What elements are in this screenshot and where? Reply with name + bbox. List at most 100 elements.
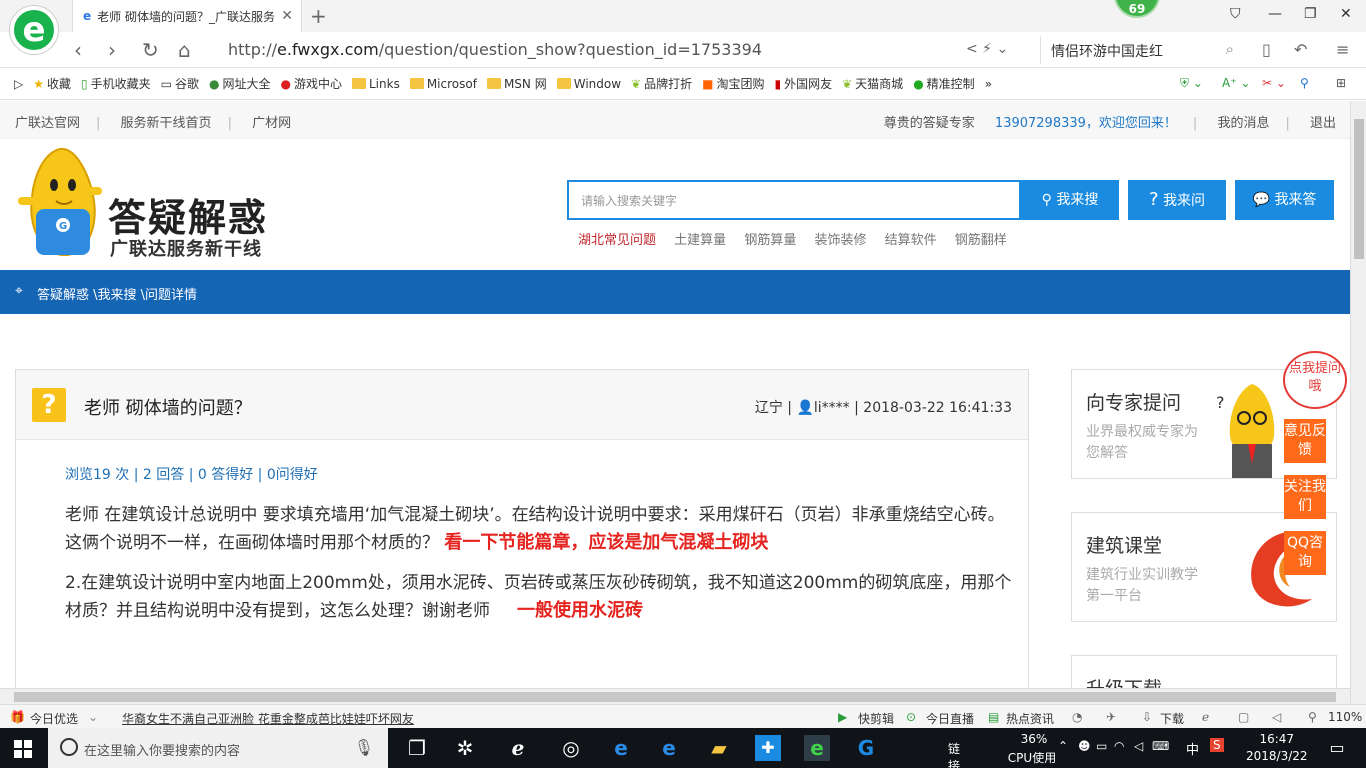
more-bookmarks-icon[interactable]: » (985, 77, 992, 91)
minimize-icon[interactable]: — (1268, 6, 1282, 22)
follow-button[interactable]: 关注我们 (1284, 475, 1326, 519)
grid-icon[interactable]: ⊞ (1336, 76, 1346, 90)
bookmark-links[interactable]: Links (352, 77, 400, 91)
welcome-text[interactable]: 13907298339，欢迎您回来！ (995, 116, 1177, 131)
download-panel[interactable]: 升级下载 (1071, 655, 1337, 688)
ie-blue-app-icon[interactable]: e (656, 735, 682, 761)
expand-icon[interactable]: ⌄ (88, 710, 98, 724)
ie-app-icon[interactable]: ℯ (505, 735, 531, 761)
news-ticker[interactable]: 华裔女生不满自己亚洲脸 花重金整成芭比娃娃吓坏网友 (122, 710, 414, 727)
scissors-icon[interactable]: ✂ ⌄ (1262, 76, 1286, 90)
mute-icon[interactable]: ◁ (1272, 710, 1281, 724)
edge-app-icon[interactable]: e (608, 735, 634, 761)
translate-icon[interactable]: A⁺ ⌄ (1222, 76, 1250, 90)
close-window-icon[interactable]: ✕ (1340, 6, 1352, 22)
battery-icon[interactable]: ▭ (1096, 739, 1107, 753)
hot-link[interactable]: 湖北常见问题 (578, 233, 656, 248)
link-home[interactable]: 服务新干线首页 (121, 116, 212, 131)
hot-link[interactable]: 装饰装修 (814, 233, 866, 248)
tray-expand-icon[interactable]: ⌃ (1058, 739, 1068, 753)
wifi-icon[interactable]: ◠ (1114, 739, 1124, 753)
today-picks[interactable]: 今日优选 (30, 710, 78, 727)
shield-icon[interactable]: ⛨ ⌄ (1180, 76, 1203, 91)
system-clock[interactable]: 16:47 2018/3/22 (1246, 731, 1308, 765)
bookmark-windows[interactable]: Window (556, 77, 621, 91)
browser-search-input[interactable]: 情侣环游中国走红 ⌕ (1040, 36, 1240, 64)
feedback-button[interactable]: 意见反馈 (1284, 419, 1326, 463)
task-view-icon[interactable]: ❐ (404, 735, 430, 761)
browser-360-icon[interactable]: e (804, 735, 830, 761)
bookmark-taobao[interactable]: ■ 淘宝团购 (702, 75, 764, 92)
vertical-scroll-thumb[interactable] (1354, 119, 1364, 259)
home-icon[interactable]: ⌂ (178, 38, 191, 62)
quick-edit[interactable]: 快剪辑 (858, 710, 894, 727)
search-icon[interactable]: ⌕ (1226, 40, 1234, 58)
microphone-icon[interactable]: 🎙 (354, 738, 374, 757)
mobile-icon[interactable]: ▯ (1262, 40, 1271, 59)
horizontal-scroll-thumb[interactable] (14, 692, 1336, 702)
notification-badge[interactable]: 69 (1114, 0, 1160, 18)
bookmark-tmall[interactable]: ❦ 天猫商城 (842, 75, 903, 92)
hot-link[interactable]: 钢筋算量 (744, 233, 796, 248)
bookmark-precise[interactable]: ● 精准控制 (913, 75, 975, 92)
ask-button[interactable]: ? 我来问 (1128, 180, 1226, 220)
link-messages[interactable]: 我的消息 (1217, 116, 1269, 131)
bookmark-microsoft[interactable]: Microsof (409, 77, 477, 91)
vertical-scrollbar[interactable] (1350, 101, 1366, 704)
active-tab[interactable]: e 老师 砌体墙的问题？_广联达服务 ✕ (72, 0, 302, 32)
glodon-app-icon[interactable]: G (853, 735, 879, 761)
today-live[interactable]: 今日直播 (926, 710, 974, 727)
new-tab-icon[interactable]: + (310, 4, 327, 28)
speed-icon[interactable]: ◔ (1072, 710, 1082, 724)
bookmark-favorites[interactable]: ★ 收藏 (33, 75, 71, 92)
spiral-app-icon[interactable]: ◎ (558, 735, 584, 761)
search-button[interactable]: ⚲ 我来搜 (1021, 180, 1119, 220)
url-field[interactable]: http://e.fwxgx.com/question/question_sho… (228, 40, 762, 59)
site-search-input[interactable]: 请输入搜索关键字 (567, 180, 1021, 220)
qq-consult-button[interactable]: QQ咨询 (1284, 531, 1326, 575)
zoom-level[interactable]: 110% (1328, 710, 1362, 724)
hot-link[interactable]: 钢筋翻样 (955, 233, 1007, 248)
bookmark-mobile[interactable]: ▯ 手机收藏夹 (81, 75, 151, 92)
link-label[interactable]: 链接 (948, 740, 960, 774)
sidebar-toggle-icon[interactable]: ▷ (14, 77, 23, 91)
download-link[interactable]: 下载 (1160, 710, 1184, 727)
bookmark-hao[interactable]: ● 网址大全 (209, 75, 271, 92)
sogou-icon[interactable]: S (1210, 738, 1224, 752)
refresh-icon[interactable]: ↻ (142, 38, 159, 62)
volume-icon[interactable]: ◁ (1134, 739, 1143, 753)
menu-icon[interactable]: ≡ (1336, 40, 1349, 59)
horizontal-scrollbar[interactable] (0, 688, 1350, 704)
forward-icon[interactable]: › (108, 38, 116, 62)
window-icon[interactable]: ▢ (1238, 710, 1249, 724)
people-icon[interactable]: ☻ (1078, 739, 1091, 753)
breadcrumb-text[interactable]: 答疑解惑 \我来搜 \问题详情 (37, 284, 197, 303)
site-logo[interactable]: G 答疑解惑 广联达服务新干线 (14, 145, 274, 265)
answer-button[interactable]: 💬 我来答 (1235, 180, 1334, 220)
bookmark-games[interactable]: ● 游戏中心 (281, 75, 343, 92)
bookmark-msn[interactable]: MSN 网 (486, 75, 547, 92)
windows-start-icon[interactable] (14, 740, 32, 758)
hot-link[interactable]: 土建算量 (674, 233, 726, 248)
ie-mode-icon[interactable]: ℯ (1202, 710, 1209, 724)
restore-icon[interactable]: ❐ (1304, 6, 1317, 22)
back-icon[interactable]: ‹ (74, 38, 82, 62)
share-icon[interactable]: < ⚡ ⌄ (966, 41, 1008, 57)
link-material[interactable]: 广材网 (252, 116, 291, 131)
close-tab-icon[interactable]: ✕ (281, 8, 293, 24)
link-glodon[interactable]: 广联达官网 (15, 116, 80, 131)
taskbar-search-input[interactable]: 在这里输入你要搜索的内容 🎙 (48, 728, 388, 768)
bookmark-google[interactable]: ▭ 谷歌 (161, 75, 199, 92)
pin-icon[interactable]: ✈ (1106, 710, 1116, 724)
ask-me-bubble[interactable]: 点我提问哦 (1283, 351, 1347, 409)
shirt-icon[interactable]: ⛉ (1230, 6, 1241, 22)
bookmark-foreign[interactable]: ▮ 外国网友 (774, 75, 832, 92)
notification-center-icon[interactable]: ▭ (1324, 735, 1350, 761)
hot-link[interactable]: 结算软件 (885, 233, 937, 248)
keyboard-icon[interactable]: ⌨ (1152, 739, 1169, 753)
undo-icon[interactable]: ↶ (1294, 40, 1307, 59)
link-logout[interactable]: 退出 (1310, 116, 1336, 131)
network-app-icon[interactable]: ✚ (755, 735, 781, 761)
magnifier-icon[interactable]: ⚲ (1300, 76, 1309, 90)
hot-news[interactable]: 热点资讯 (1006, 710, 1054, 727)
